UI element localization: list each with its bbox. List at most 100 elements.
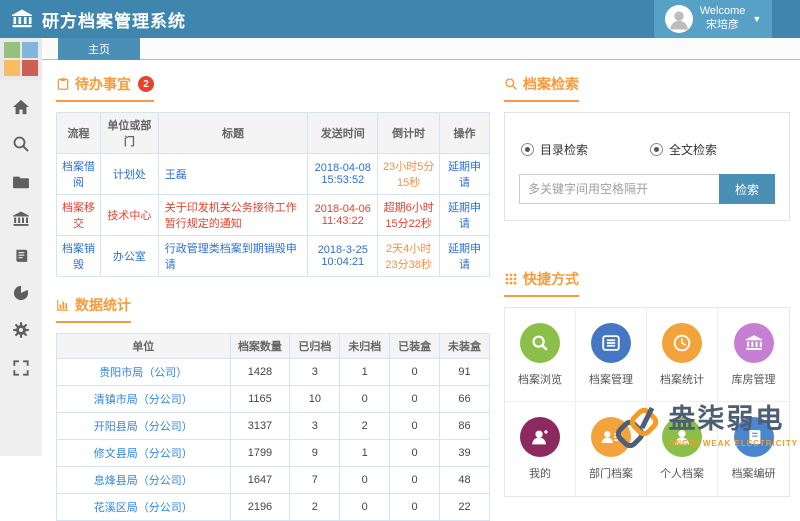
radio-icon[interactable] xyxy=(521,143,534,156)
stats-unit-link[interactable]: 贵阳市局（公司） xyxy=(57,359,231,386)
stats-total: 2196 xyxy=(230,494,290,521)
stats-col-boxed: 已装盒 xyxy=(390,334,440,359)
stats-boxed: 0 xyxy=(390,467,440,494)
stats-unarchived: 0 xyxy=(340,494,390,521)
stats-unit-link[interactable]: 花溪区局（分公司） xyxy=(57,494,231,521)
bank-icon[interactable] xyxy=(0,207,42,231)
stats-table: 单位 档案数量 已归档 未归档 已装盒 未装盒 贵阳市局（公司） 1428 3 … xyxy=(56,333,490,521)
bank-shortcut-icon xyxy=(734,323,774,363)
stats-col-total: 档案数量 xyxy=(230,334,290,359)
todo-subject-link[interactable]: 关于印发机关公务接待工作暂行规定的通知 xyxy=(158,195,308,236)
user-text: Welcome 宋培彦 xyxy=(700,5,746,33)
stats-unit-link[interactable]: 修文县局（分公司） xyxy=(57,440,231,467)
corner-logo xyxy=(0,38,42,80)
stats-archived: 9 xyxy=(290,440,340,467)
stats-unit-link[interactable]: 息烽县局（分公司） xyxy=(57,467,231,494)
radio-catalog-search[interactable]: 目录检索 xyxy=(521,141,588,158)
todo-col-subject: 标题 xyxy=(158,113,308,154)
stats-row: 息烽县局（分公司） 1647 7 0 0 48 xyxy=(57,467,490,494)
todo-col-flow: 流程 xyxy=(57,113,101,154)
pie-chart-icon[interactable] xyxy=(0,281,42,305)
stats-row: 贵阳市局（公司） 1428 3 1 0 91 xyxy=(57,359,490,386)
shortcut-grid: 档案浏览 档案管理 档案统计 xyxy=(504,307,790,497)
todo-delay-link[interactable]: 延期申请 xyxy=(440,236,490,277)
app-header: 研方档案管理系统 Welcome 宋培彦 ▼ xyxy=(0,0,800,38)
search-section-title: 档案检索 xyxy=(504,74,579,102)
stats-row: 清镇市局（分公司） 1165 10 0 0 66 xyxy=(57,386,490,413)
shortcut-personal-archive[interactable]: 个人档案 xyxy=(647,402,718,496)
todo-delay-link[interactable]: 延期申请 xyxy=(440,154,490,195)
radio-fulltext-search[interactable]: 全文检索 xyxy=(650,141,717,158)
stats-col-archived: 已归档 xyxy=(290,334,340,359)
people-icon xyxy=(591,417,631,457)
todo-subject-link[interactable]: 王磊 xyxy=(158,154,308,195)
search-button[interactable]: 检索 xyxy=(719,174,775,204)
book-icon[interactable] xyxy=(0,244,42,268)
stats-col-unboxed: 未装盒 xyxy=(440,334,490,359)
stats-row: 开阳县局（分公司） 3137 3 2 0 86 xyxy=(57,413,490,440)
stats-unit-link[interactable]: 开阳县局（分公司） xyxy=(57,413,231,440)
brand: 研方档案管理系统 xyxy=(10,0,186,38)
keyword-input[interactable] xyxy=(519,174,719,204)
expand-icon[interactable] xyxy=(0,356,42,380)
shortcut-archive-compile[interactable]: 档案编研 xyxy=(718,402,789,496)
todo-row: 档案借阅 计划处 王磊 2018-04-08 15:53:52 23小时5分15… xyxy=(57,154,490,195)
shortcut-my[interactable]: 我的 xyxy=(505,402,576,496)
chevron-down-icon: ▼ xyxy=(752,14,761,24)
shortcut-label: 个人档案 xyxy=(660,465,704,481)
gear-icon[interactable] xyxy=(0,318,42,342)
shortcut-storeroom-manage[interactable]: 库房管理 xyxy=(718,308,789,402)
folder-icon[interactable] xyxy=(0,170,42,194)
left-column: 待办事宜 2 流程 单位或部门 标题 发送时间 倒计时 操作 档案借阅 计划处 xyxy=(56,74,490,456)
avatar xyxy=(665,5,693,33)
stats-archived: 3 xyxy=(290,359,340,386)
shortcut-department-archive[interactable]: 部门档案 xyxy=(576,402,647,496)
stats-unit-link[interactable]: 清镇市局（分公司） xyxy=(57,386,231,413)
home-icon[interactable] xyxy=(0,95,42,119)
todo-flow[interactable]: 档案移交 xyxy=(57,195,101,236)
shortcut-label: 档案浏览 xyxy=(518,371,562,387)
welcome-label: Welcome xyxy=(700,5,746,17)
shortcut-archive-stats[interactable]: 档案统计 xyxy=(647,308,718,402)
stats-section: 数据统计 单位 档案数量 已归档 未归档 已装盒 未装盒 xyxy=(56,295,490,521)
stats-archived: 3 xyxy=(290,413,340,440)
todo-countdown: 超期6小时15分22秒 xyxy=(378,195,440,236)
search-icon[interactable] xyxy=(0,132,42,156)
stats-unboxed: 48 xyxy=(440,467,490,494)
stats-unboxed: 22 xyxy=(440,494,490,521)
todo-flow[interactable]: 档案销毁 xyxy=(57,236,101,277)
stats-total: 1799 xyxy=(230,440,290,467)
shortcut-archive-manage[interactable]: 档案管理 xyxy=(576,308,647,402)
stats-header-row: 单位 档案数量 已归档 未归档 已装盒 未装盒 xyxy=(57,334,490,359)
todo-header-row: 流程 单位或部门 标题 发送时间 倒计时 操作 xyxy=(57,113,490,154)
todo-subject-link[interactable]: 行政管理类档案到期销毁申请 xyxy=(158,236,308,277)
radio-icon[interactable] xyxy=(650,143,663,156)
stats-archived: 2 xyxy=(290,494,340,521)
shortcut-label: 库房管理 xyxy=(732,371,776,387)
main-content: 待办事宜 2 流程 单位或部门 标题 发送时间 倒计时 操作 档案借阅 计划处 xyxy=(42,60,800,456)
todo-table: 流程 单位或部门 标题 发送时间 倒计时 操作 档案借阅 计划处 王磊 2018… xyxy=(56,112,490,277)
stats-boxed: 0 xyxy=(390,413,440,440)
todo-delay-link[interactable]: 延期申请 xyxy=(440,195,490,236)
todo-section-title: 待办事宜 2 xyxy=(56,74,154,102)
stats-boxed: 0 xyxy=(390,440,440,467)
stats-unarchived: 1 xyxy=(340,359,390,386)
shortcut-label: 档案统计 xyxy=(660,371,704,387)
stats-unboxed: 91 xyxy=(440,359,490,386)
todo-countdown: 23小时5分15秒 xyxy=(378,154,440,195)
stats-archived: 10 xyxy=(290,386,340,413)
todo-flow[interactable]: 档案借阅 xyxy=(57,154,101,195)
person-plus-icon xyxy=(520,417,560,457)
shortcut-archive-browse[interactable]: 档案浏览 xyxy=(505,308,576,402)
stats-boxed: 0 xyxy=(390,386,440,413)
user-menu[interactable]: Welcome 宋培彦 ▼ xyxy=(654,0,772,38)
tab-home[interactable]: 主页 xyxy=(58,38,140,60)
sidebar-nav xyxy=(0,60,42,456)
clipboard-icon xyxy=(56,77,70,91)
shortcuts-section-title: 快捷方式 xyxy=(504,269,579,297)
radio-label: 全文检索 xyxy=(669,141,717,158)
todo-time: 2018-04-06 11:43:22 xyxy=(308,195,378,236)
todo-time: 2018-3-25 10:04:21 xyxy=(308,236,378,277)
shortcut-label: 档案编研 xyxy=(732,465,776,481)
stats-boxed: 0 xyxy=(390,494,440,521)
